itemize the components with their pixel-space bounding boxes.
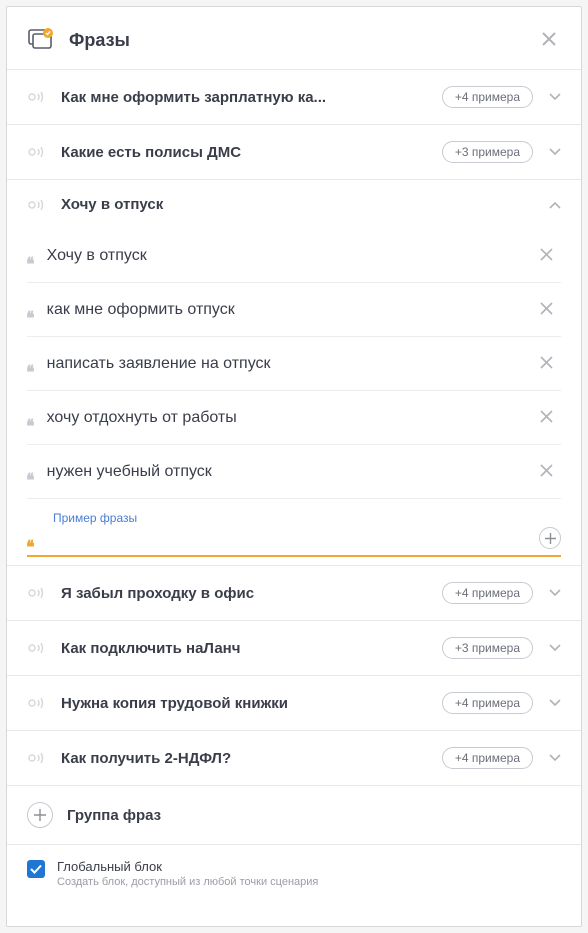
phrase-item: ❜❜ Хочу в отпуск	[27, 229, 561, 283]
phrase-input[interactable]	[47, 529, 539, 547]
quote-icon: ❜❜	[29, 528, 35, 549]
delete-phrase-icon[interactable]	[538, 351, 555, 376]
chevron-down-icon	[549, 754, 561, 762]
chevron-up-icon	[549, 201, 561, 209]
phrases-panel: Фразы Как мне оформить зарплатную ка... …	[6, 6, 582, 927]
chevron-down-icon	[549, 644, 561, 652]
group-header[interactable]: Я забыл проходку в офис +4 примера	[7, 566, 581, 620]
phrase-input-wrap: Пример фразы ❜❜	[27, 499, 561, 561]
sound-icon	[27, 198, 47, 212]
group-title: Я забыл проходку в офис	[61, 585, 442, 602]
group-title: Как получить 2-НДФЛ?	[61, 750, 442, 767]
group-title: Как подключить наЛанч	[61, 640, 442, 657]
phrases-icon	[27, 26, 55, 54]
examples-badge[interactable]: +4 примера	[442, 692, 533, 714]
phrase-input-row: ❜❜	[27, 527, 561, 557]
group-header[interactable]: Какие есть полисы ДМС +3 примера	[7, 125, 581, 179]
chevron-down-icon	[549, 93, 561, 101]
phrase-text[interactable]: нужен учебный отпуск	[47, 463, 538, 481]
quote-icon: ❜❜	[29, 245, 35, 266]
delete-phrase-icon[interactable]	[538, 459, 555, 484]
delete-phrase-icon[interactable]	[538, 243, 555, 268]
sound-icon	[27, 586, 47, 600]
panel-title: Фразы	[69, 30, 537, 51]
add-group-row[interactable]: Группа фраз	[7, 785, 581, 844]
group-header[interactable]: Как мне оформить зарплатную ка... +4 при…	[7, 70, 581, 124]
delete-phrase-icon[interactable]	[538, 297, 555, 322]
group-header[interactable]: Нужна копия трудовой книжки +4 примера	[7, 676, 581, 730]
group-title: Как мне оформить зарплатную ка...	[61, 89, 442, 106]
chevron-down-icon	[549, 589, 561, 597]
quote-icon: ❜❜	[29, 461, 35, 482]
global-title: Глобальный блок	[57, 859, 318, 874]
global-desc: Создать блок, доступный из любой точки с…	[57, 876, 318, 888]
global-text: Глобальный блок Создать блок, доступный …	[57, 859, 318, 888]
add-group-label: Группа фраз	[67, 807, 161, 824]
group-title: Нужна копия трудовой книжки	[61, 695, 442, 712]
phrase-text[interactable]: как мне оформить отпуск	[47, 301, 538, 319]
group-header[interactable]: Хочу в отпуск	[7, 180, 581, 229]
sound-icon	[27, 90, 47, 104]
panel-header: Фразы	[7, 7, 581, 69]
phrase-text[interactable]: Хочу в отпуск	[47, 247, 538, 265]
phrase-text[interactable]: хочу отдохнуть от работы	[47, 409, 538, 427]
phrase-list: ❜❜ Хочу в отпуск ❜❜ как мне оформить отп…	[7, 229, 581, 565]
sound-icon	[27, 145, 47, 159]
group-header[interactable]: Как получить 2-НДФЛ? +4 примера	[7, 731, 581, 785]
phrase-group: Я забыл проходку в офис +4 примера	[7, 565, 581, 620]
quote-icon: ❜❜	[29, 407, 35, 428]
examples-badge[interactable]: +3 примера	[442, 141, 533, 163]
phrase-group: Хочу в отпуск ❜❜ Хочу в отпуск ❜❜ как мн…	[7, 179, 581, 565]
add-phrase-button[interactable]	[539, 527, 561, 549]
sound-icon	[27, 641, 47, 655]
phrase-text[interactable]: написать заявление на отпуск	[47, 355, 538, 373]
examples-badge[interactable]: +4 примера	[442, 86, 533, 108]
phrase-item: ❜❜ написать заявление на отпуск	[27, 337, 561, 391]
delete-phrase-icon[interactable]	[538, 405, 555, 430]
quote-icon: ❜❜	[29, 353, 35, 374]
examples-badge[interactable]: +4 примера	[442, 747, 533, 769]
add-group-button[interactable]	[27, 802, 53, 828]
phrase-group: Какие есть полисы ДМС +3 примера	[7, 124, 581, 179]
chevron-down-icon	[549, 148, 561, 156]
examples-badge[interactable]: +3 примера	[442, 637, 533, 659]
chevron-down-icon	[549, 699, 561, 707]
global-block-row: Глобальный блок Создать блок, доступный …	[7, 844, 581, 908]
phrase-group: Как мне оформить зарплатную ка... +4 при…	[7, 69, 581, 124]
group-header[interactable]: Как подключить наЛанч +3 примера	[7, 621, 581, 675]
phrase-item: ❜❜ хочу отдохнуть от работы	[27, 391, 561, 445]
phrase-item: ❜❜ нужен учебный отпуск	[27, 445, 561, 499]
phrase-input-label: Пример фразы	[53, 511, 561, 525]
group-title: Хочу в отпуск	[61, 196, 549, 213]
phrase-group: Нужна копия трудовой книжки +4 примера	[7, 675, 581, 730]
phrase-group: Как подключить наЛанч +3 примера	[7, 620, 581, 675]
sound-icon	[27, 696, 47, 710]
close-icon[interactable]	[537, 25, 561, 55]
phrase-item: ❜❜ как мне оформить отпуск	[27, 283, 561, 337]
sound-icon	[27, 751, 47, 765]
examples-badge[interactable]: +4 примера	[442, 582, 533, 604]
phrase-group: Как получить 2-НДФЛ? +4 примера	[7, 730, 581, 785]
group-title: Какие есть полисы ДМС	[61, 144, 442, 161]
quote-icon: ❜❜	[29, 299, 35, 320]
global-checkbox[interactable]	[27, 860, 45, 878]
